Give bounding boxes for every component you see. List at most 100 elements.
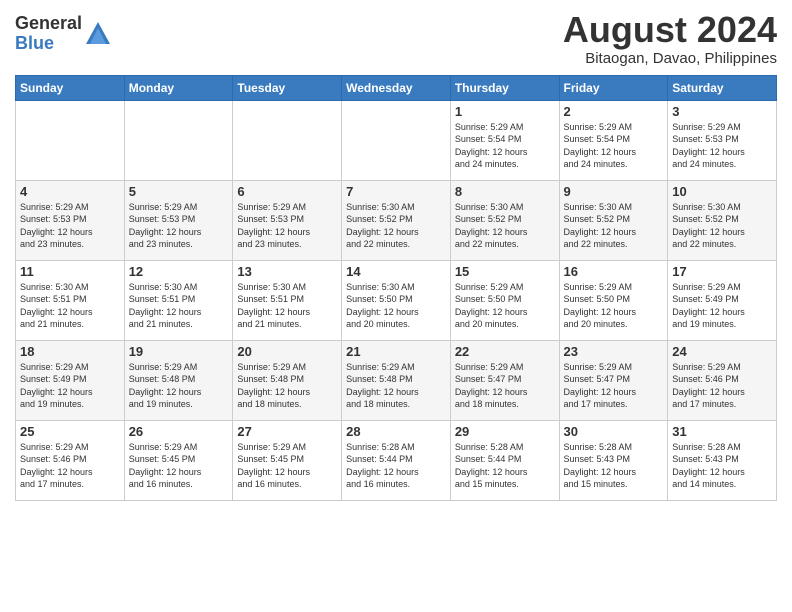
day-number: 18 [20, 344, 120, 359]
day-number: 13 [237, 264, 337, 279]
calendar-cell: 10 Sunrise: 5:30 AM Sunset: 5:52 PM Dayli… [668, 180, 777, 260]
day-info: Sunrise: 5:29 AM Sunset: 5:54 PM Dayligh… [455, 121, 555, 171]
day-info: Sunrise: 5:29 AM Sunset: 5:49 PM Dayligh… [672, 281, 772, 331]
day-info: Sunrise: 5:30 AM Sunset: 5:51 PM Dayligh… [20, 281, 120, 331]
calendar-cell: 19 Sunrise: 5:29 AM Sunset: 5:48 PM Dayli… [124, 340, 233, 420]
calendar-cell: 31 Sunrise: 5:28 AM Sunset: 5:43 PM Dayli… [668, 420, 777, 500]
day-number: 28 [346, 424, 446, 439]
day-number: 12 [129, 264, 229, 279]
logo-icon [84, 20, 112, 48]
calendar-cell: 4 Sunrise: 5:29 AM Sunset: 5:53 PM Daylig… [16, 180, 125, 260]
calendar-cell: 8 Sunrise: 5:30 AM Sunset: 5:52 PM Daylig… [450, 180, 559, 260]
day-info: Sunrise: 5:30 AM Sunset: 5:50 PM Dayligh… [346, 281, 446, 331]
page-header: General Blue August 2024 Bitaogan, Davao… [15, 10, 777, 67]
day-number: 2 [564, 104, 664, 119]
day-info: Sunrise: 5:30 AM Sunset: 5:51 PM Dayligh… [237, 281, 337, 331]
calendar-cell: 21 Sunrise: 5:29 AM Sunset: 5:48 PM Dayli… [342, 340, 451, 420]
calendar-cell: 28 Sunrise: 5:28 AM Sunset: 5:44 PM Dayli… [342, 420, 451, 500]
day-info: Sunrise: 5:28 AM Sunset: 5:43 PM Dayligh… [564, 441, 664, 491]
calendar-week-5: 25 Sunrise: 5:29 AM Sunset: 5:46 PM Dayli… [16, 420, 777, 500]
day-number: 1 [455, 104, 555, 119]
day-info: Sunrise: 5:29 AM Sunset: 5:45 PM Dayligh… [237, 441, 337, 491]
day-number: 19 [129, 344, 229, 359]
logo-blue: Blue [15, 34, 82, 54]
day-number: 9 [564, 184, 664, 199]
calendar-week-2: 4 Sunrise: 5:29 AM Sunset: 5:53 PM Daylig… [16, 180, 777, 260]
day-number: 15 [455, 264, 555, 279]
day-info: Sunrise: 5:29 AM Sunset: 5:54 PM Dayligh… [564, 121, 664, 171]
calendar-week-3: 11Sunrise: 5:30 AM Sunset: 5:51 PM Dayli… [16, 260, 777, 340]
day-info: Sunrise: 5:29 AM Sunset: 5:48 PM Dayligh… [129, 361, 229, 411]
day-number: 7 [346, 184, 446, 199]
day-number: 5 [129, 184, 229, 199]
day-number: 14 [346, 264, 446, 279]
calendar-cell: 5 Sunrise: 5:29 AM Sunset: 5:53 PM Daylig… [124, 180, 233, 260]
day-info: Sunrise: 5:29 AM Sunset: 5:53 PM Dayligh… [20, 201, 120, 251]
col-thursday: Thursday [450, 75, 559, 100]
day-info: Sunrise: 5:29 AM Sunset: 5:49 PM Dayligh… [20, 361, 120, 411]
title-block: August 2024 Bitaogan, Davao, Philippines [563, 10, 777, 67]
calendar-cell: 13 Sunrise: 5:30 AM Sunset: 5:51 PM Dayli… [233, 260, 342, 340]
day-number: 22 [455, 344, 555, 359]
day-number: 20 [237, 344, 337, 359]
calendar-cell: 11Sunrise: 5:30 AM Sunset: 5:51 PM Dayli… [16, 260, 125, 340]
day-info: Sunrise: 5:29 AM Sunset: 5:46 PM Dayligh… [20, 441, 120, 491]
day-info: Sunrise: 5:29 AM Sunset: 5:47 PM Dayligh… [455, 361, 555, 411]
header-row: Sunday Monday Tuesday Wednesday Thursday… [16, 75, 777, 100]
day-info: Sunrise: 5:30 AM Sunset: 5:52 PM Dayligh… [455, 201, 555, 251]
day-info: Sunrise: 5:28 AM Sunset: 5:44 PM Dayligh… [455, 441, 555, 491]
day-info: Sunrise: 5:30 AM Sunset: 5:52 PM Dayligh… [564, 201, 664, 251]
calendar-cell: 1 Sunrise: 5:29 AM Sunset: 5:54 PM Daylig… [450, 100, 559, 180]
calendar-week-4: 18 Sunrise: 5:29 AM Sunset: 5:49 PM Dayli… [16, 340, 777, 420]
col-monday: Monday [124, 75, 233, 100]
day-number: 30 [564, 424, 664, 439]
day-number: 24 [672, 344, 772, 359]
day-number: 23 [564, 344, 664, 359]
page-container: General Blue August 2024 Bitaogan, Davao… [0, 0, 792, 511]
day-info: Sunrise: 5:29 AM Sunset: 5:48 PM Dayligh… [346, 361, 446, 411]
day-number: 8 [455, 184, 555, 199]
calendar-cell: 3 Sunrise: 5:29 AM Sunset: 5:53 PM Daylig… [668, 100, 777, 180]
calendar-cell: 16Sunrise: 5:29 AM Sunset: 5:50 PM Dayli… [559, 260, 668, 340]
day-info: Sunrise: 5:29 AM Sunset: 5:46 PM Dayligh… [672, 361, 772, 411]
calendar-cell: 26Sunrise: 5:29 AM Sunset: 5:45 PM Dayli… [124, 420, 233, 500]
calendar-week-1: 1 Sunrise: 5:29 AM Sunset: 5:54 PM Daylig… [16, 100, 777, 180]
col-friday: Friday [559, 75, 668, 100]
day-info: Sunrise: 5:30 AM Sunset: 5:52 PM Dayligh… [672, 201, 772, 251]
day-number: 27 [237, 424, 337, 439]
day-number: 10 [672, 184, 772, 199]
col-tuesday: Tuesday [233, 75, 342, 100]
day-number: 6 [237, 184, 337, 199]
day-number: 31 [672, 424, 772, 439]
calendar-cell: 27 Sunrise: 5:29 AM Sunset: 5:45 PM Dayli… [233, 420, 342, 500]
calendar-cell: 14 Sunrise: 5:30 AM Sunset: 5:50 PM Dayli… [342, 260, 451, 340]
day-number: 4 [20, 184, 120, 199]
day-number: 3 [672, 104, 772, 119]
calendar-cell [16, 100, 125, 180]
day-info: Sunrise: 5:29 AM Sunset: 5:53 PM Dayligh… [672, 121, 772, 171]
day-number: 21 [346, 344, 446, 359]
day-info: Sunrise: 5:29 AM Sunset: 5:48 PM Dayligh… [237, 361, 337, 411]
calendar-cell: 12Sunrise: 5:30 AM Sunset: 5:51 PM Dayli… [124, 260, 233, 340]
calendar-cell [342, 100, 451, 180]
col-sunday: Sunday [16, 75, 125, 100]
day-info: Sunrise: 5:29 AM Sunset: 5:53 PM Dayligh… [129, 201, 229, 251]
day-info: Sunrise: 5:28 AM Sunset: 5:43 PM Dayligh… [672, 441, 772, 491]
calendar-cell: 23Sunrise: 5:29 AM Sunset: 5:47 PM Dayli… [559, 340, 668, 420]
day-info: Sunrise: 5:29 AM Sunset: 5:53 PM Dayligh… [237, 201, 337, 251]
calendar-cell: 15 Sunrise: 5:29 AM Sunset: 5:50 PM Dayli… [450, 260, 559, 340]
location: Bitaogan, Davao, Philippines [563, 50, 777, 67]
day-info: Sunrise: 5:28 AM Sunset: 5:44 PM Dayligh… [346, 441, 446, 491]
day-info: Sunrise: 5:30 AM Sunset: 5:52 PM Dayligh… [346, 201, 446, 251]
calendar-cell: 2 Sunrise: 5:29 AM Sunset: 5:54 PM Daylig… [559, 100, 668, 180]
logo-general: General [15, 14, 82, 34]
calendar-cell [124, 100, 233, 180]
calendar-cell: 17 Sunrise: 5:29 AM Sunset: 5:49 PM Dayli… [668, 260, 777, 340]
calendar-cell [233, 100, 342, 180]
calendar-cell: 7 Sunrise: 5:30 AM Sunset: 5:52 PM Daylig… [342, 180, 451, 260]
day-number: 26 [129, 424, 229, 439]
day-number: 17 [672, 264, 772, 279]
day-info: Sunrise: 5:29 AM Sunset: 5:50 PM Dayligh… [564, 281, 664, 331]
day-number: 25 [20, 424, 120, 439]
day-info: Sunrise: 5:29 AM Sunset: 5:50 PM Dayligh… [455, 281, 555, 331]
